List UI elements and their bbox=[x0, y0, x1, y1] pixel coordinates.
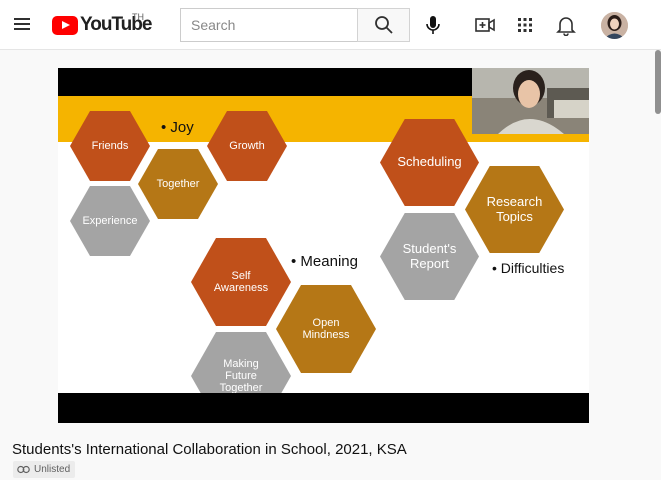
webcam-overlay bbox=[472, 68, 589, 134]
country-code: TH bbox=[132, 12, 144, 22]
bullet-joy: • Joy bbox=[161, 119, 194, 136]
search-button[interactable] bbox=[357, 8, 410, 42]
youtube-logo[interactable]: YouTube TH bbox=[52, 12, 152, 36]
bullet-meaning: • Meaning bbox=[291, 253, 358, 270]
microphone-icon[interactable] bbox=[418, 11, 448, 39]
visibility-label: Unlisted bbox=[34, 464, 71, 475]
menu-icon[interactable] bbox=[12, 14, 32, 34]
avatar[interactable] bbox=[601, 12, 628, 39]
hex-research-topics: Research Topics bbox=[465, 166, 564, 253]
search-icon bbox=[375, 16, 393, 34]
video-player[interactable]: Friends Together Growth Experience Sched… bbox=[58, 68, 589, 423]
search-input[interactable]: Search bbox=[180, 8, 358, 42]
link-icon bbox=[17, 465, 30, 474]
youtube-play-icon bbox=[52, 15, 78, 35]
presentation-slide: Friends Together Growth Experience Sched… bbox=[58, 96, 589, 393]
hex-together: Together bbox=[138, 149, 218, 219]
top-bar: YouTube TH Search bbox=[0, 0, 661, 50]
bullet-difficulties: • Difficulties bbox=[492, 260, 565, 276]
unlisted-badge: Unlisted bbox=[13, 461, 76, 478]
notifications-bell-icon[interactable] bbox=[555, 14, 577, 37]
create-video-icon[interactable] bbox=[473, 13, 497, 37]
hex-open-mindness: Open Mindness bbox=[276, 285, 376, 373]
hex-students-report: Student's Report bbox=[380, 213, 479, 300]
video-title: Students's International Collaboration i… bbox=[12, 441, 407, 458]
page-scrollbar[interactable] bbox=[655, 50, 661, 114]
hex-self-awareness: Self Awareness bbox=[191, 238, 291, 326]
hex-making-future-together: Making Future Together bbox=[191, 332, 291, 393]
apps-grid-icon[interactable] bbox=[515, 15, 535, 35]
hex-experience: Experience bbox=[70, 186, 150, 256]
